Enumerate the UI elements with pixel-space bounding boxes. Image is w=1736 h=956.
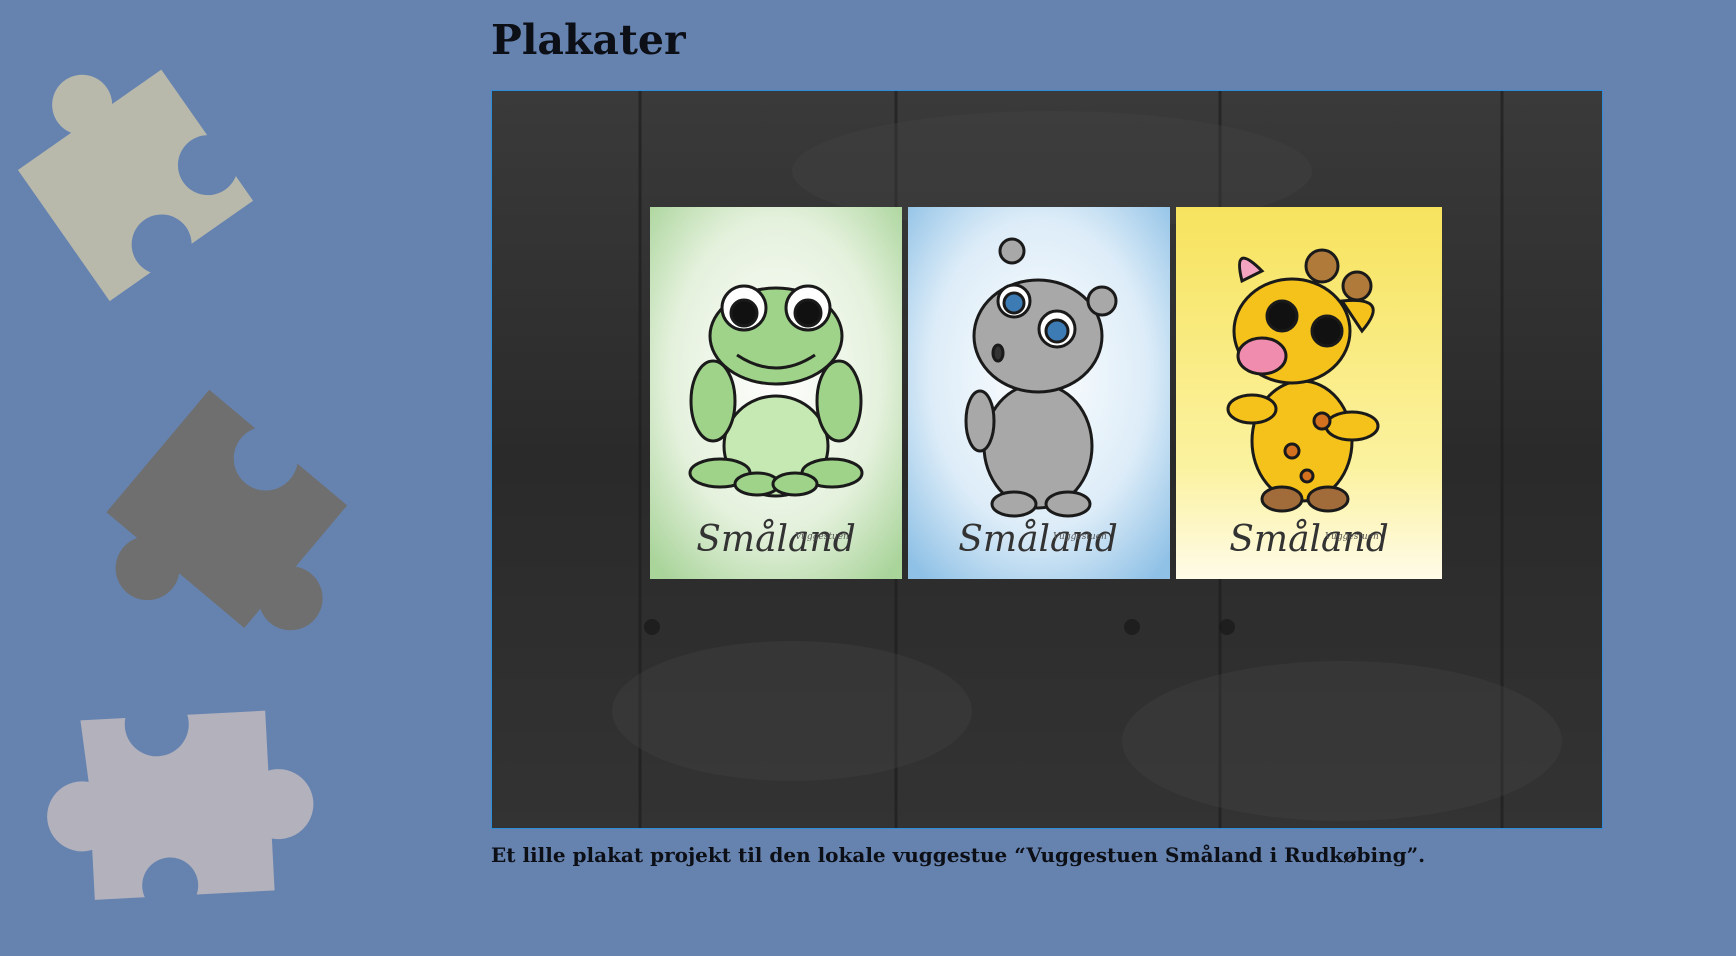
- puzzle-piece-light: [30, 690, 340, 920]
- poster-photo[interactable]: Småland Vuggestuen Småland Vuggestuen Sm…: [491, 90, 1603, 829]
- poster-frog: Småland Vuggestuen: [650, 207, 902, 579]
- frog-poster-sublabel: Vuggestuen: [795, 532, 849, 542]
- page: Plakater Småland Vuggestuen Småland Vugg…: [0, 0, 1736, 956]
- puzzle-piece-beige: [0, 30, 280, 310]
- photo-caption: Et lille plakat projekt til den lokale v…: [491, 843, 1426, 867]
- puzzle-piece-dark: [85, 360, 375, 650]
- hippo-poster-sublabel: Vuggestuen: [1053, 532, 1107, 542]
- poster-photo-graphic: Småland Vuggestuen Småland Vuggestuen Sm…: [492, 91, 1602, 828]
- page-title: Plakater: [491, 16, 686, 64]
- giraffe-poster-sublabel: Vuggestuen: [1325, 532, 1379, 542]
- poster-hippo: Småland Vuggestuen: [908, 207, 1170, 579]
- poster-giraffe: Småland Vuggestuen: [1176, 207, 1442, 579]
